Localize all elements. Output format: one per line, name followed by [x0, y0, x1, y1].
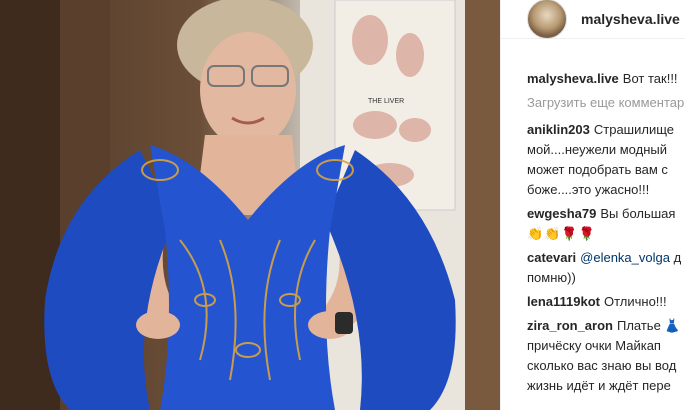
post-photo[interactable]: THE LIVER: [0, 0, 500, 410]
comment-text: жизнь идёт и ждёт пере: [527, 378, 671, 393]
comment-text: Платье 👗: [616, 318, 681, 333]
comment-text: сколько вас знаю вы вод: [527, 358, 677, 373]
comment-text: причёску очки Майкап: [527, 338, 661, 353]
comment-text: д: [673, 250, 682, 265]
load-more-comments-link[interactable]: Загрузить еще комментарии: [527, 93, 685, 113]
comments-panel: malysheva.live malysheva.live Вот так!!! …: [500, 0, 685, 410]
comment-text: мой....неужели модный: [527, 142, 667, 157]
comments-list: malysheva.live Вот так!!! Загрузить еще к…: [501, 39, 685, 396]
list-item: zira_ron_aron Платье 👗 причёску очки Майк…: [527, 316, 685, 396]
list-item: ewgesha79 Вы большая 👏👏🌹🌹: [527, 204, 685, 244]
poster-text: THE LIVER: [368, 98, 404, 105]
caption: malysheva.live Вот так!!!: [527, 69, 685, 89]
mention-link[interactable]: @elenka_volga: [580, 250, 670, 265]
comment-text: Страшилище: [593, 122, 674, 137]
author-username[interactable]: malysheva.live: [581, 11, 680, 27]
comment-username[interactable]: ewgesha79: [527, 206, 596, 221]
comment-username[interactable]: zira_ron_aron: [527, 318, 613, 333]
comment-text: Вы большая: [600, 206, 676, 221]
comment-text: Отлично!!!: [604, 294, 667, 309]
caption-author[interactable]: malysheva.live: [527, 71, 619, 86]
post-header: malysheva.live: [501, 0, 685, 39]
comment-username[interactable]: lena1119kot: [527, 294, 600, 309]
caption-text: Вот так!!!: [622, 71, 678, 86]
comment-username[interactable]: catevari: [527, 250, 576, 265]
list-item: lena1119kot Отлично!!!: [527, 292, 685, 312]
comment-emoji: 👏👏🌹🌹: [527, 226, 596, 241]
comment-username[interactable]: aniklin203: [527, 122, 590, 137]
comment-text: может подобрать вам с: [527, 162, 668, 177]
comment-text: боже....это ужасно!!!: [527, 182, 650, 197]
comment-text: помню)): [527, 270, 576, 285]
author-avatar[interactable]: [527, 0, 567, 39]
photo-illustration: THE LIVER: [0, 0, 500, 410]
list-item: aniklin203 Страшилище мой....неужели модн…: [527, 120, 685, 200]
list-item: catevari @elenka_volga д помню)): [527, 248, 685, 288]
